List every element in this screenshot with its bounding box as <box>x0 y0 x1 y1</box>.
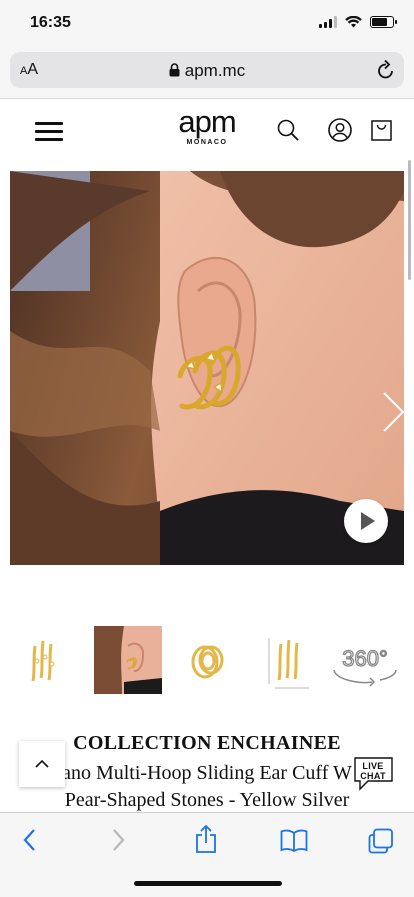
battery-level <box>372 18 388 26</box>
site-header: apm MONACO <box>0 99 414 165</box>
product-image[interactable] <box>10 171 404 565</box>
thumbnail-on-ear[interactable] <box>94 626 162 694</box>
battery-icon <box>370 16 397 28</box>
scroll-to-top-button[interactable] <box>19 741 65 787</box>
view-360-label: 360° <box>342 646 388 671</box>
url-display[interactable]: apm.mc <box>10 61 404 81</box>
live-chat-button[interactable]: LIVE CHAT <box>354 757 394 791</box>
forward-icon[interactable] <box>108 827 128 853</box>
lock-icon <box>169 63 180 77</box>
chevron-up-icon <box>35 759 49 768</box>
cellular-signal-icon <box>319 16 337 28</box>
home-indicator[interactable] <box>134 881 282 886</box>
status-time: 16:35 <box>30 14 71 31</box>
chevron-right-icon[interactable] <box>381 391 407 433</box>
wifi-icon <box>345 16 362 28</box>
reload-icon[interactable] <box>376 59 396 81</box>
live-chat-line-1: LIVE <box>362 761 384 771</box>
search-icon[interactable] <box>277 119 299 141</box>
thumbnail-360-view[interactable]: 360° <box>330 626 400 694</box>
logo-sub-text: MONACO <box>186 139 228 146</box>
logo-main-text: apm <box>178 104 236 139</box>
model-ear-photo <box>10 171 404 565</box>
thumbnail-side-view[interactable] <box>175 626 243 694</box>
play-icon[interactable] <box>344 499 388 543</box>
tabs-icon[interactable] <box>368 828 394 854</box>
account-icon[interactable] <box>328 118 352 142</box>
product-name-line-2: Pear-Shaped Stones - Yellow Silver <box>64 789 350 811</box>
page-scrollbar[interactable] <box>408 160 411 280</box>
address-bar[interactable]: AA apm.mc <box>10 52 404 88</box>
thumbnail-strip: 360° <box>0 622 414 698</box>
browser-address-area: AA apm.mc <box>0 48 414 99</box>
menu-icon[interactable] <box>35 122 63 142</box>
thumbnail-front-view[interactable] <box>13 626 81 694</box>
url-text: apm.mc <box>184 61 246 80</box>
status-bar: 16:35 <box>0 0 414 48</box>
live-chat-label: LIVE CHAT <box>354 761 392 781</box>
status-icons <box>319 16 397 28</box>
shopping-bag-icon[interactable] <box>371 120 392 141</box>
bookmarks-icon[interactable] <box>280 829 308 853</box>
apm-logo[interactable]: apm MONACO <box>170 104 244 146</box>
live-chat-line-2: CHAT <box>360 771 386 781</box>
thumbnail-with-dimensions[interactable] <box>257 626 325 694</box>
back-icon[interactable] <box>20 827 40 853</box>
share-icon[interactable] <box>194 824 218 854</box>
